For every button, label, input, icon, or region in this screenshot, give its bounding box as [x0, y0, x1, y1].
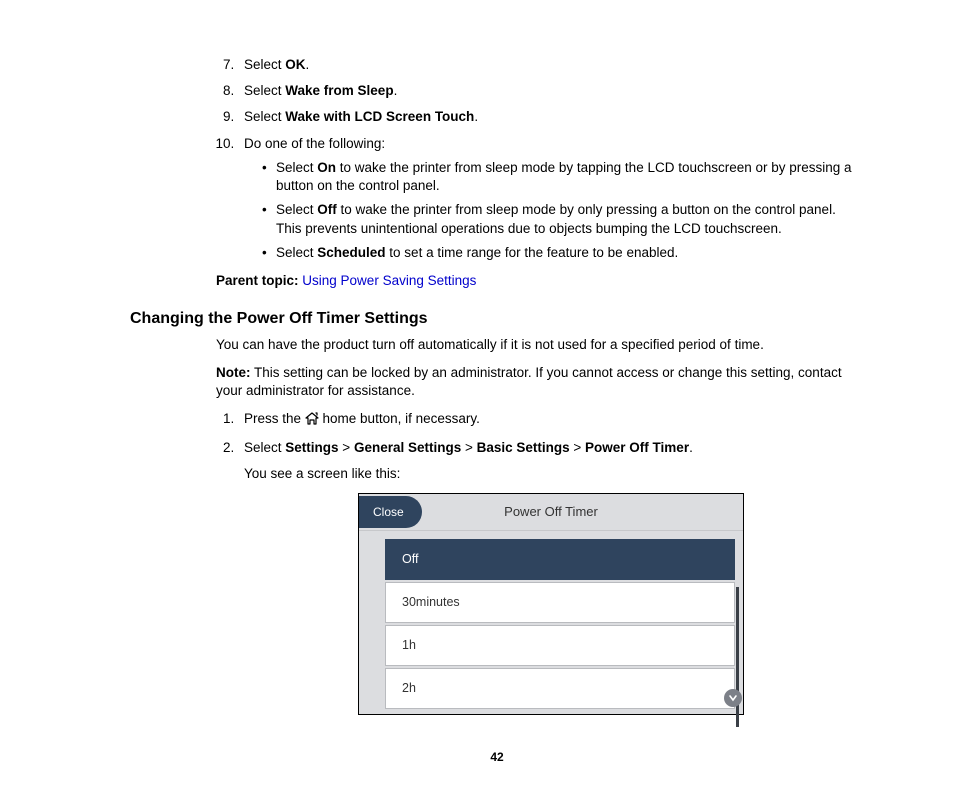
- scroll-down-icon[interactable]: [724, 689, 742, 707]
- screen-title: Power Off Timer: [504, 503, 598, 521]
- option-30minutes[interactable]: 30minutes: [385, 582, 735, 623]
- step-9: Select Wake with LCD Screen Touch.: [238, 108, 864, 126]
- steps-1-to-2: Press the home button, if necessary. Sel…: [130, 410, 864, 715]
- parent-topic-label: Parent topic:: [216, 273, 299, 288]
- option-2h[interactable]: 2h: [385, 668, 735, 709]
- step-10-sub-list: Select On to wake the printer from sleep…: [262, 159, 864, 262]
- note-paragraph: Note: This setting can be locked by an a…: [216, 364, 864, 400]
- lcd-screenshot: Close Power Off Timer Off 30minutes 1h 2…: [358, 493, 744, 715]
- screen-intro-text: You see a screen like this:: [244, 465, 864, 483]
- option-list: Off 30minutes 1h 2h: [385, 539, 735, 711]
- step-1: Press the home button, if necessary.: [238, 410, 864, 430]
- step-2: Select Settings > General Settings > Bas…: [238, 439, 864, 715]
- section-heading: Changing the Power Off Timer Settings: [130, 308, 864, 330]
- screen-header: Close Power Off Timer: [359, 494, 743, 531]
- page-number: 42: [130, 749, 864, 765]
- sub-option-on: Select On to wake the printer from sleep…: [262, 159, 864, 195]
- sub-option-scheduled: Select Scheduled to set a time range for…: [262, 244, 864, 262]
- step-10: Do one of the following: Select On to wa…: [238, 135, 864, 262]
- step-7: Select OK.: [238, 56, 864, 74]
- sub-option-off: Select Off to wake the printer from slee…: [262, 201, 864, 237]
- close-button[interactable]: Close: [359, 496, 422, 528]
- intro-paragraph: You can have the product turn off automa…: [216, 336, 864, 354]
- home-icon: [305, 412, 319, 430]
- option-1h[interactable]: 1h: [385, 625, 735, 666]
- option-off[interactable]: Off: [385, 539, 735, 580]
- parent-topic-link[interactable]: Using Power Saving Settings: [302, 273, 476, 288]
- parent-topic: Parent topic: Using Power Saving Setting…: [216, 272, 864, 290]
- step-8: Select Wake from Sleep.: [238, 82, 864, 100]
- steps-7-to-10: Select OK. Select Wake from Sleep. Selec…: [130, 56, 864, 262]
